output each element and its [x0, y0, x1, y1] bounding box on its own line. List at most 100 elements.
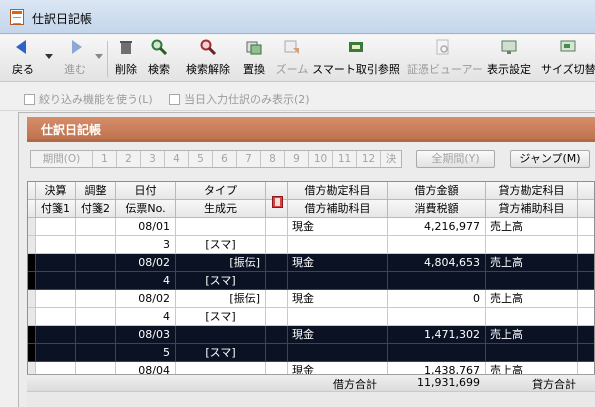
month-tab[interactable]: 5: [189, 151, 213, 167]
cell-debit-account: 現金: [288, 326, 388, 344]
display-settings-button[interactable]: 表示設定: [483, 39, 535, 79]
table-cell: [486, 272, 578, 290]
month-tab[interactable]: 6: [213, 151, 237, 167]
attachment-book-icon[interactable]: [272, 196, 283, 208]
forward-button[interactable]: 進む: [60, 39, 90, 79]
table-cell: [28, 236, 36, 254]
table-cell: [36, 236, 76, 254]
search-clear-button[interactable]: 検索解除: [182, 39, 234, 79]
month-tab[interactable]: 3: [141, 151, 165, 167]
search-label: 検索: [148, 63, 170, 76]
table-cell: [76, 254, 116, 272]
table-cell: [28, 290, 36, 308]
table-row[interactable]: 4 [スマ]: [28, 308, 594, 326]
cell-debit-account: 現金: [288, 218, 388, 236]
month-tab[interactable]: 2: [117, 151, 141, 167]
table-row[interactable]: 4 [スマ]: [28, 272, 594, 290]
forward-dropdown-icon[interactable]: [95, 54, 103, 59]
voucher-viewer-button[interactable]: 証憑ビューアー: [407, 39, 483, 79]
table-cell: [28, 308, 36, 326]
month-tab[interactable]: 11: [333, 151, 357, 167]
month-tab[interactable]: 10: [309, 151, 333, 167]
table-row[interactable]: 3 [スマ]: [28, 236, 594, 254]
cell-debit-amount: 4,216,977: [388, 218, 486, 236]
header-date: 日付: [116, 182, 176, 200]
cell-voucher-no: 4: [116, 272, 176, 290]
smart-transaction-icon: [349, 42, 363, 52]
table-cell: [266, 218, 288, 236]
zoom-label: ズーム: [275, 63, 309, 76]
table-cell: [266, 344, 288, 362]
month-tab[interactable]: 8: [261, 151, 285, 167]
cell-credit-account: 売上高: [486, 218, 578, 236]
today-only-checkbox[interactable]: 当日入力仕訳のみ表示(2): [169, 91, 310, 107]
replace-button[interactable]: 置換: [240, 39, 268, 79]
period-label[interactable]: 期間(O): [31, 151, 93, 167]
month-tab[interactable]: 4: [165, 151, 189, 167]
table-cell: [76, 290, 116, 308]
checkbox-box[interactable]: [169, 93, 180, 105]
header-tax-amount: 消費税額: [388, 200, 486, 218]
delete-button[interactable]: 削除: [112, 39, 140, 79]
search-clear-label: 検索解除: [186, 63, 230, 76]
table-cell: [288, 272, 388, 290]
size-toggle-icon: [560, 40, 576, 52]
cell-date: 08/01: [116, 218, 176, 236]
table-cell: [28, 254, 36, 272]
month-tab[interactable]: 9: [285, 151, 309, 167]
table-cell: [578, 218, 594, 236]
month-tab[interactable]: 7: [237, 151, 261, 167]
table-cell: [28, 344, 36, 362]
back-button[interactable]: 戻る: [10, 39, 36, 79]
narrow-filter-checkbox[interactable]: 絞り込み機能を使う(L): [24, 91, 153, 107]
size-toggle-button[interactable]: サイズ切替: [541, 39, 595, 79]
table-cell: [36, 290, 76, 308]
table-cell: [76, 326, 116, 344]
checkbox-box[interactable]: [24, 93, 35, 105]
cell-date: 08/02: [116, 254, 176, 272]
debit-total-value: 11,931,699: [417, 376, 480, 389]
zoom-icon: [284, 40, 299, 54]
cell-voucher-no: 5: [116, 344, 176, 362]
jump-button[interactable]: ジャンプ(M): [510, 150, 590, 168]
search-button[interactable]: 検索: [145, 39, 173, 79]
all-period-button[interactable]: 全期間(Y): [416, 150, 495, 168]
header-voucher-no: 伝票No.: [116, 200, 176, 218]
header-closing: 決算: [36, 182, 76, 200]
display-settings-label: 表示設定: [487, 63, 531, 76]
smart-transaction-button[interactable]: スマート取引参照: [312, 39, 400, 79]
table-cell: [76, 272, 116, 290]
table-row[interactable]: 5 [スマ]: [28, 344, 594, 362]
table-cell: [388, 308, 486, 326]
grid-header-row: 決算 調整 日付 タイプ 借方勘定科目 借方金額 貸方勘定科目: [28, 182, 594, 200]
back-dropdown-icon[interactable]: [45, 54, 53, 59]
table-row[interactable]: 08/03 現金 1,471,302 売上高: [28, 326, 594, 344]
table-cell: [578, 290, 594, 308]
table-cell: [28, 218, 36, 236]
table-cell: [578, 344, 594, 362]
cell-debit-account: 現金: [288, 290, 388, 308]
month-tab[interactable]: 1: [93, 151, 117, 167]
window-title-bar: 仕訳日記帳: [0, 0, 595, 34]
table-cell: [266, 236, 288, 254]
magnifier-icon: [151, 39, 167, 55]
table-cell: [578, 326, 594, 344]
table-row[interactable]: 08/01 現金 4,216,977 売上高: [28, 218, 594, 236]
voucher-viewer-icon: [436, 39, 449, 55]
month-tab[interactable]: 12: [357, 151, 381, 167]
table-cell: [36, 218, 76, 236]
today-only-label: 当日入力仕訳のみ表示(2): [184, 93, 310, 106]
horizontal-scrollbar[interactable]: [27, 391, 595, 407]
table-row[interactable]: 08/02 [振伝] 現金 4,804,653 売上高: [28, 254, 594, 272]
table-row[interactable]: 08/02 [振伝] 現金 0 売上高: [28, 290, 594, 308]
cell-voucher-no: 4: [116, 308, 176, 326]
table-cell: [578, 254, 594, 272]
zoom-button[interactable]: ズーム: [274, 39, 310, 79]
header-debit-account: 借方勘定科目: [288, 182, 388, 200]
header-type: タイプ: [176, 182, 266, 200]
credit-total-label: 貸方合計: [532, 378, 576, 391]
replace-icon: [246, 41, 262, 55]
month-tab-closing[interactable]: 決: [381, 151, 401, 167]
table-cell: [388, 344, 486, 362]
header-source: 生成元: [176, 200, 266, 218]
